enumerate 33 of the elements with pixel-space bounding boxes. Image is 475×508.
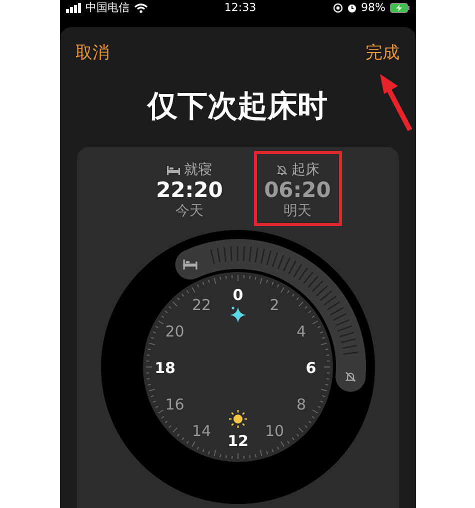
hour-label: 16 — [164, 396, 184, 414]
carrier-name: 中国电信 — [86, 0, 130, 15]
wakeup-day: 明天 — [284, 202, 312, 220]
bed-icon — [167, 166, 180, 174]
bedtime-label: 就寝 — [184, 161, 212, 179]
hour-label: 8 — [296, 396, 306, 414]
hour-label: 14 — [191, 422, 211, 440]
hour-label: 18 — [154, 359, 175, 378]
hour-label: 12 — [227, 432, 248, 450]
bell-slash-icon[interactable] — [345, 372, 355, 382]
hour-label: 0 — [232, 286, 243, 304]
bedtime-day: 今天 — [176, 202, 204, 220]
hour-label: 20 — [164, 322, 184, 341]
done-button[interactable]: 完成 — [366, 41, 400, 64]
status-time: 12:33 — [224, 1, 256, 14]
bed-icon[interactable] — [182, 260, 197, 270]
signal-icon — [66, 2, 82, 12]
wakeup-label: 起床 — [292, 161, 320, 179]
hour-label: 2 — [269, 296, 279, 314]
sparkle-icon — [230, 306, 246, 324]
page-title: 仅下次起床时 — [148, 88, 328, 126]
bedtime-time[interactable]: 22:20 — [156, 179, 223, 202]
hour-label: 6 — [305, 359, 316, 378]
hour-label: 22 — [191, 296, 211, 314]
hour-label: 4 — [296, 322, 306, 341]
alarm-icon — [347, 2, 358, 12]
battery-charging-icon — [390, 2, 410, 12]
hour-label: 10 — [264, 422, 284, 440]
battery-percent: 98% — [361, 1, 386, 14]
wakeup-time[interactable]: 06:20 — [264, 179, 331, 202]
wifi-icon — [134, 2, 148, 12]
sun-icon — [228, 410, 246, 428]
cancel-button[interactable]: 取消 — [76, 41, 110, 64]
